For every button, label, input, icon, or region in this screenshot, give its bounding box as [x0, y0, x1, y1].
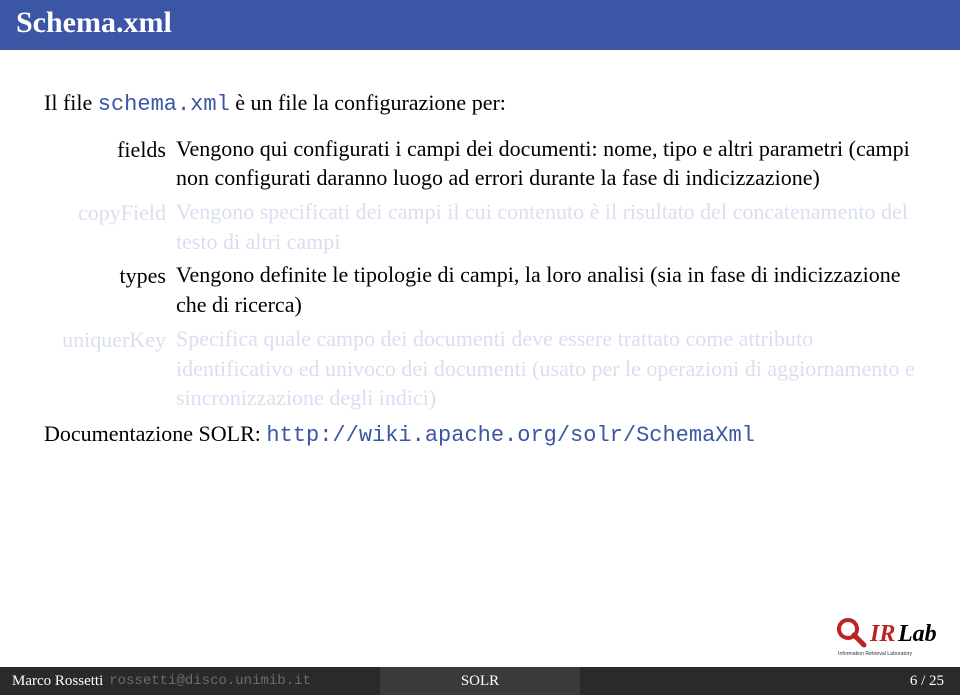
intro-suffix: è un file la configurazione per:	[230, 90, 506, 115]
logo: IR Lab Information Retrieval Laboratory	[832, 613, 942, 661]
intro-line: Il file schema.xml è un file la configur…	[44, 88, 916, 120]
irlab-logo-icon: IR Lab Information Retrieval Laboratory	[832, 613, 942, 661]
def-row: types Vengono definite le tipologie di c…	[44, 260, 916, 319]
intro-prefix: Il file	[44, 90, 98, 115]
def-row: copyField Vengono specificati dei campi …	[44, 197, 916, 256]
svg-text:Lab: Lab	[897, 621, 937, 647]
def-row: fields Vengono qui configurati i campi d…	[44, 134, 916, 193]
footer-gap	[580, 667, 898, 695]
footer-center: SOLR	[380, 667, 580, 695]
def-term: uniquerKey	[44, 324, 176, 355]
doc-link-url: http://wiki.apache.org/solr/SchemaXml	[266, 423, 754, 448]
footer-center-text: SOLR	[461, 673, 499, 690]
footer-email: rossetti@disco.unimib.it	[109, 673, 311, 689]
footer-bar: Marco Rossetti rossetti@disco.unimib.it …	[0, 667, 960, 695]
footer-right: 6 / 25	[898, 667, 960, 695]
doc-link-line: Documentazione SOLR: http://wiki.apache.…	[44, 419, 916, 451]
svg-text:Information Retrieval Laborato: Information Retrieval Laboratory	[838, 651, 913, 657]
def-desc: Specifica quale campo dei documenti deve…	[176, 324, 916, 413]
slide-title-bar: Schema.xml	[0, 0, 960, 50]
def-desc: Vengono definite le tipologie di campi, …	[176, 260, 916, 319]
def-desc: Vengono qui configurati i campi dei docu…	[176, 134, 916, 193]
intro-filename: schema.xml	[98, 92, 230, 117]
def-term: fields	[44, 134, 176, 165]
footer-page: 6 / 25	[910, 673, 944, 690]
def-desc: Vengono specificati dei campi il cui con…	[176, 197, 916, 256]
def-term: copyField	[44, 197, 176, 228]
slide-content: Il file schema.xml è un file la configur…	[0, 50, 960, 451]
doc-link-label: Documentazione SOLR:	[44, 421, 266, 446]
footer-author: Marco Rossetti	[12, 673, 103, 690]
footer-left: Marco Rossetti rossetti@disco.unimib.it	[0, 667, 380, 695]
svg-text:IR: IR	[869, 621, 895, 647]
def-term: types	[44, 260, 176, 291]
definition-list: fields Vengono qui configurati i campi d…	[44, 134, 916, 413]
def-row: uniquerKey Specifica quale campo dei doc…	[44, 324, 916, 413]
slide-title: Schema.xml	[16, 6, 172, 39]
